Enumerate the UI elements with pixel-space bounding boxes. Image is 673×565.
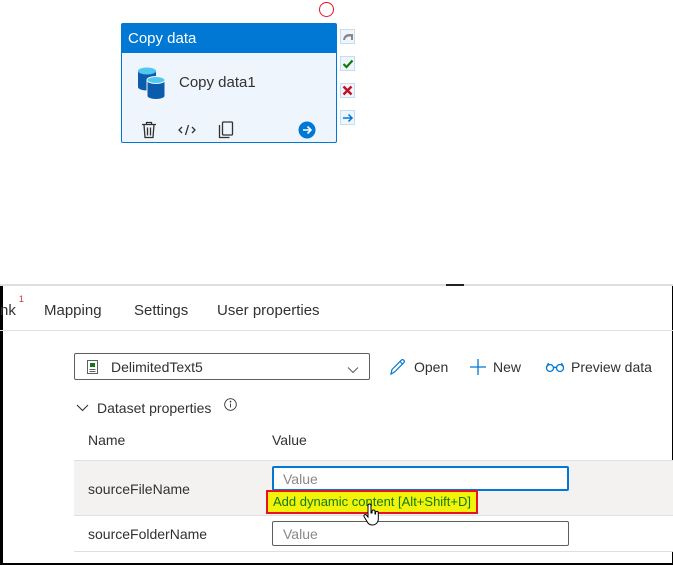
properties-tabs: nk 1 Mapping Settings User properties (0, 293, 673, 329)
database-icon (136, 67, 168, 101)
tab-settings[interactable]: Settings (134, 302, 188, 319)
new-label: New (493, 359, 522, 375)
activity-name: Copy data1 (179, 74, 256, 91)
preview-data-button[interactable]: Preview data (545, 355, 652, 379)
section-title: Dataset properties (97, 400, 212, 416)
preview-label: Preview data (571, 359, 652, 375)
code-icon[interactable] (176, 119, 198, 141)
value-column-header: Value (272, 432, 307, 448)
copy-data-activity[interactable]: Copy data Copy data1 (121, 23, 337, 143)
glasses-icon (545, 362, 565, 373)
chevron-down-icon (76, 404, 89, 412)
property-name: sourceFolderName (88, 526, 208, 542)
delimited-text-file-icon (87, 360, 98, 379)
dataset-dropdown[interactable]: DelimitedText5 (74, 353, 370, 380)
info-icon[interactable] (224, 398, 237, 416)
open-dataset-button[interactable]: Open (388, 355, 448, 379)
failure-x-icon[interactable] (340, 83, 355, 98)
pipeline-canvas[interactable]: Copy data Copy data1 (0, 0, 673, 284)
source-file-name-input[interactable] (272, 466, 569, 491)
copy-icon[interactable] (215, 119, 237, 141)
panel-splitter (0, 284, 673, 286)
splitter-handle[interactable] (446, 284, 464, 286)
pencil-icon (390, 359, 405, 376)
skip-icon[interactable] (340, 29, 355, 44)
completion-arrow-icon[interactable] (340, 110, 355, 125)
property-name: sourceFileName (88, 481, 190, 497)
new-dataset-button[interactable]: New (469, 355, 521, 379)
open-label: Open (414, 359, 449, 375)
tabs-divider (0, 330, 673, 331)
go-arrow-icon[interactable] (296, 119, 318, 141)
tab-mapping[interactable]: Mapping (44, 302, 102, 319)
chevron-down-icon (347, 361, 359, 379)
hand-cursor-icon (362, 503, 382, 532)
activity-type-label: Copy data (122, 24, 336, 53)
tab-sink[interactable]: nk 1 (0, 294, 24, 319)
tab-user-properties[interactable]: User properties (217, 302, 320, 319)
name-column-header: Name (88, 432, 126, 448)
source-folder-name-input[interactable] (272, 521, 569, 546)
delete-icon[interactable] (138, 119, 160, 141)
error-count-badge: 1 (18, 294, 24, 304)
breakpoint-circle-icon[interactable] (319, 2, 334, 17)
success-check-icon[interactable] (340, 56, 355, 71)
tab-label: nk (0, 302, 16, 319)
dataset-selected-value: DelimitedText5 (111, 359, 203, 375)
dataset-properties-toggle[interactable]: Dataset properties (76, 400, 211, 416)
plus-icon (470, 359, 486, 375)
